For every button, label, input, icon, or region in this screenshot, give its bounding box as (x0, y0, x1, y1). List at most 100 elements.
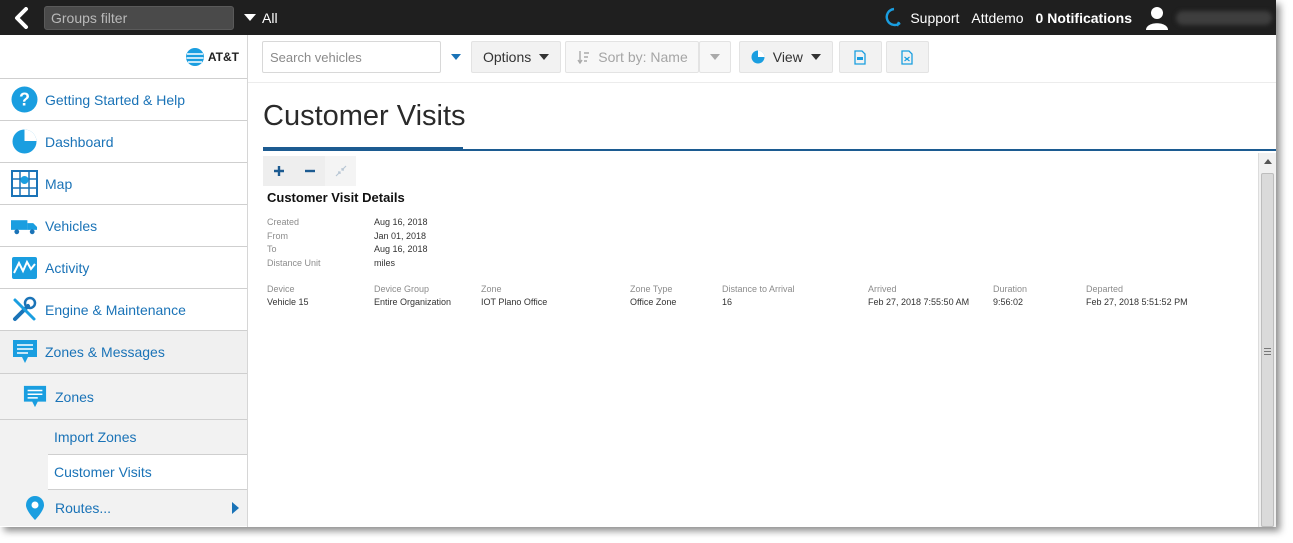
caret-down-icon (451, 54, 461, 60)
pie-chart-icon (751, 50, 765, 64)
column-header: Departed (1086, 284, 1124, 294)
sidebar-item-routes[interactable]: Routes... (0, 490, 247, 526)
back-button[interactable] (0, 0, 44, 35)
table-cell: Entire Organization (374, 297, 452, 307)
minus-icon (304, 169, 315, 173)
nav-vehicles[interactable]: Vehicles (0, 204, 247, 246)
meta-value: Aug 16, 2018 (374, 244, 428, 254)
plus-icon (273, 166, 284, 176)
nav-engine-maintenance[interactable]: Engine & Maintenance (0, 288, 247, 330)
username-link[interactable]: Attdemo (971, 10, 1023, 26)
caret-down-icon (709, 54, 720, 60)
options-label: Options (483, 49, 532, 65)
nav-label: Zones & Messages (45, 344, 165, 360)
report-tools (263, 156, 356, 186)
search-dropdown-button[interactable] (441, 41, 471, 73)
title-underline-accent (263, 147, 463, 151)
toolbar: Options Sort by: Name View (262, 41, 931, 73)
support-link[interactable]: Support (884, 7, 959, 29)
pie-chart-icon (11, 128, 38, 155)
meta-label: To (267, 244, 277, 254)
sidebar-item-customer-visits[interactable]: Customer Visits (48, 455, 247, 490)
table-cell: Vehicle 15 (267, 297, 309, 307)
nav-label: Activity (45, 259, 90, 276)
logo-row: AT&T (0, 35, 247, 78)
meta-label: Created (267, 217, 300, 227)
toolbar-divider (248, 82, 1276, 83)
export-pdf-button[interactable] (838, 41, 882, 73)
sidebar-item-label: Customer Visits (54, 464, 152, 480)
zoom-out-button[interactable] (294, 156, 325, 186)
sort-direction-button[interactable] (698, 41, 731, 73)
view-label: View (772, 49, 803, 65)
zoom-in-button[interactable] (263, 156, 294, 186)
groups-filter-input[interactable] (44, 5, 234, 30)
options-button[interactable]: Options (471, 41, 562, 73)
nav-dashboard[interactable]: Dashboard (0, 120, 247, 162)
caret-down-icon (539, 54, 550, 60)
table-header: Device Device Group Zone Zone Type Dista… (267, 284, 1257, 297)
nav-zones-messages[interactable]: Zones & Messages (0, 330, 247, 374)
meta-row-distance-unit: Distance Unit miles (267, 258, 428, 272)
table-cell: 9:56:02 (993, 297, 1024, 307)
message-icon (11, 339, 38, 366)
sort-button[interactable]: Sort by: Name (565, 41, 699, 73)
report-panel: Customer Visit Details Created Aug 16, 2… (262, 153, 1258, 527)
headset-icon (885, 7, 902, 27)
chevron-left-icon (15, 6, 28, 29)
report-heading: Customer Visit Details (267, 190, 405, 205)
logo-text: AT&T (207, 49, 239, 64)
activity-icon (11, 254, 38, 281)
groups-dropdown[interactable]: All (244, 10, 278, 26)
sort-label: Sort by: Name (598, 49, 688, 65)
nav-getting-started[interactable]: ? Getting Started & Help (0, 78, 247, 120)
fit-to-page-button[interactable] (325, 156, 356, 186)
scrollbar-thumb[interactable] (1261, 173, 1274, 527)
nav-label: Vehicles (45, 217, 98, 234)
table-cell: Feb 27, 2018 5:51:52 PM (1086, 297, 1188, 307)
column-header: Device Group (374, 284, 430, 294)
column-header: Distance to Arrival (722, 284, 795, 294)
report-scrollbar[interactable] (1258, 153, 1276, 527)
table-cell: Office Zone (630, 297, 677, 307)
column-header: Device (267, 284, 295, 294)
help-icon: ? (11, 86, 38, 113)
message-icon (22, 384, 48, 410)
notifications-link[interactable]: 0 Notifications (1036, 10, 1132, 26)
meta-label: Distance Unit (267, 257, 321, 268)
globe-logo-icon (185, 47, 204, 66)
user-icon[interactable] (1144, 5, 1170, 31)
export-excel-button[interactable] (885, 41, 929, 73)
sidebar-item-zones[interactable]: Zones (0, 374, 247, 420)
meta-row-to: To Aug 16, 2018 (267, 244, 428, 258)
search-vehicles-input[interactable] (262, 41, 441, 73)
meta-label: From (267, 230, 288, 241)
meta-value: miles (374, 257, 396, 268)
scroll-up-button[interactable] (1259, 153, 1276, 170)
collapse-icon (335, 165, 346, 177)
nav-label: Map (45, 175, 73, 192)
zones-submenu: Zones Import Zones Customer Visits Route… (0, 374, 247, 526)
sidebar: AT&T ? Getting Started & Help Dashboard (0, 35, 248, 527)
redacted-user-name (1176, 10, 1272, 25)
chevron-right-icon (232, 502, 239, 514)
sidebar-item-label: Routes... (55, 500, 112, 516)
view-button[interactable]: View (738, 41, 833, 73)
table-cell: Feb 27, 2018 7:55:50 AM (868, 297, 970, 307)
column-header: Zone Type (630, 284, 673, 294)
meta-row-created: Created Aug 16, 2018 (267, 217, 428, 231)
sidebar-item-import-zones[interactable]: Import Zones (48, 420, 247, 455)
caret-down-icon (244, 14, 256, 21)
page-title: Customer Visits (263, 100, 466, 132)
nav-map[interactable]: Map (0, 162, 247, 204)
meta-value: Jan 01, 2018 (374, 230, 427, 241)
nav-label: Dashboard (45, 133, 114, 150)
sort-icon (577, 51, 590, 64)
nav-label: Engine & Maintenance (45, 301, 186, 318)
att-logo: AT&T (185, 47, 239, 67)
map-icon (11, 170, 38, 197)
nav-activity[interactable]: Activity (0, 246, 247, 288)
column-header: Zone (481, 284, 502, 294)
table-cell: 16 (722, 297, 733, 307)
meta-row-from: From Jan 01, 2018 (267, 231, 428, 245)
